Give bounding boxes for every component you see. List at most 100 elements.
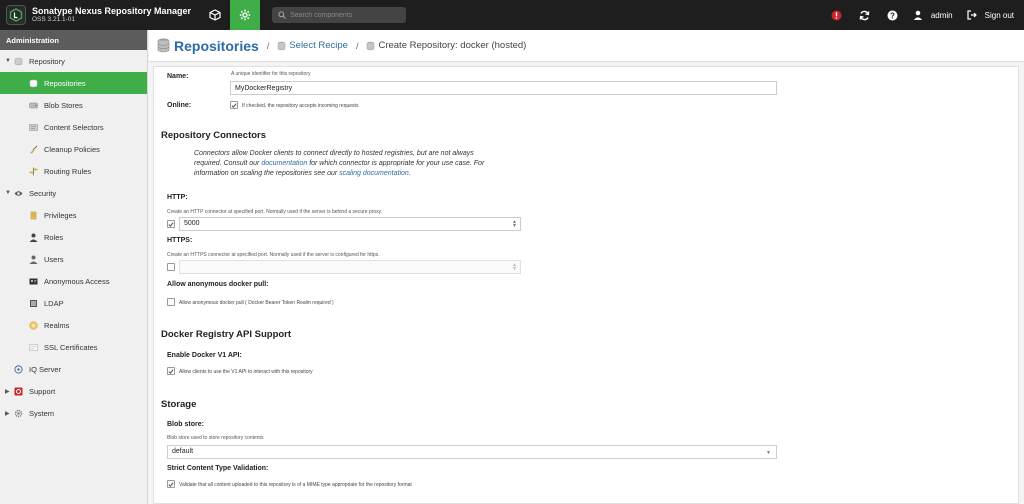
- database-icon: [277, 41, 286, 51]
- route-icon: [28, 166, 38, 176]
- blob-store-help: Blob store used to store repository cont…: [167, 435, 264, 441]
- blob-store-label: Blob store:: [167, 421, 204, 428]
- layers-icon: [28, 122, 38, 132]
- signout-button[interactable]: Sign out: [963, 10, 1024, 20]
- name-input[interactable]: [230, 81, 777, 95]
- breadcrumb: Repositories / Select Recipe / Create Re…: [149, 30, 1024, 62]
- refresh-icon[interactable]: [851, 0, 879, 30]
- chevron-down-icon: ▼: [766, 450, 771, 456]
- blob-store-select[interactable]: default ▼: [167, 445, 777, 459]
- database-icon: [157, 38, 170, 53]
- top-bar: Sonatype Nexus Repository Manager OSS 3.…: [0, 0, 1024, 30]
- sidebar-item-support[interactable]: ▶ Support: [0, 380, 147, 402]
- sidebar-item-blob-stores[interactable]: Blob Stores: [0, 94, 147, 116]
- strict-validation-help: Validate that all content uploaded to th…: [179, 482, 412, 488]
- user-menu[interactable]: admin: [907, 10, 963, 20]
- iq-icon: [13, 364, 23, 374]
- sidebar: Administration ▼ Repository Repositories…: [0, 30, 148, 504]
- signout-icon: [967, 10, 977, 20]
- sidebar-item-ssl-certificates[interactable]: SSL Certificates: [0, 336, 147, 358]
- users-icon: [28, 254, 38, 264]
- svg-text:?: ?: [890, 11, 895, 20]
- hdd-icon: [28, 100, 38, 110]
- help-icon[interactable]: ?: [879, 0, 907, 30]
- https-label: HTTPS:: [167, 237, 193, 244]
- sidebar-item-ldap[interactable]: LDAP: [0, 292, 147, 314]
- database-icon: [28, 78, 38, 88]
- checkmark-icon: [168, 368, 174, 374]
- main-content: Repositories / Select Recipe / Create Re…: [149, 30, 1024, 504]
- v1-api-checkbox[interactable]: [167, 367, 175, 375]
- section-storage: Storage: [161, 399, 197, 410]
- user-tie-icon: [28, 232, 38, 242]
- badge-icon: [28, 320, 38, 330]
- v1-api-help: Allow clients to use the V1 API to inter…: [179, 369, 313, 375]
- http-port-input[interactable]: 5000 ▲ ▼: [179, 217, 521, 231]
- sidebar-item-security[interactable]: ▼ Security: [0, 182, 147, 204]
- sidebar-item-content-selectors[interactable]: Content Selectors: [0, 116, 147, 138]
- caret-right-icon: ▶: [5, 388, 10, 395]
- section-docker-api-support: Docker Registry API Support: [161, 329, 292, 340]
- sidebar-item-routing-rules[interactable]: Routing Rules: [0, 160, 147, 182]
- sidebar-item-realms[interactable]: Realms: [0, 314, 147, 336]
- online-help: If checked, the repository accepts incom…: [242, 103, 359, 109]
- documentation-link[interactable]: documentation: [261, 160, 307, 167]
- medal-icon: [28, 210, 38, 220]
- sidebar-item-system[interactable]: ▶ System: [0, 402, 147, 424]
- sidebar-item-roles[interactable]: Roles: [0, 226, 147, 248]
- strict-validation-checkbox[interactable]: [167, 480, 175, 488]
- sidebar-item-repositories[interactable]: Repositories: [0, 72, 147, 94]
- breadcrumb-current: Create Repository: docker (hosted): [378, 40, 527, 51]
- online-checkbox[interactable]: [230, 101, 238, 109]
- breadcrumb-separator: /: [266, 40, 270, 51]
- page-title[interactable]: Repositories: [174, 38, 259, 54]
- database-icon: [366, 41, 375, 51]
- alert-icon[interactable]: [823, 0, 851, 30]
- v1-api-label: Enable Docker V1 API:: [167, 352, 242, 359]
- breadcrumb-separator: /: [355, 40, 359, 51]
- database-icon: [13, 56, 23, 66]
- sidebar-item-cleanup-policies[interactable]: Cleanup Policies: [0, 138, 147, 160]
- https-port-input[interactable]: ▲ ▼: [179, 260, 521, 274]
- checkmark-icon: [168, 481, 174, 487]
- search-icon: [278, 11, 286, 19]
- connectors-note: Connectors allow Docker clients to conne…: [194, 150, 485, 178]
- create-repository-form: Name: A unique identifier for this repos…: [153, 66, 1019, 504]
- breadcrumb-select-recipe[interactable]: Select Recipe: [289, 40, 348, 51]
- checkmark-icon: [168, 221, 174, 227]
- sidebar-item-repository[interactable]: ▼ Repository: [0, 50, 147, 72]
- gears-icon: [13, 408, 23, 418]
- sidebar-item-iq-server[interactable]: IQ Server: [0, 358, 147, 380]
- lifebuoy-icon: [13, 386, 23, 396]
- https-help: Create an HTTPS connector at specified p…: [167, 252, 380, 258]
- search-input[interactable]: [290, 11, 400, 19]
- search-box[interactable]: [272, 7, 406, 23]
- eye-icon: [13, 188, 23, 198]
- nexus-logo-icon: [6, 5, 26, 25]
- book-icon: [28, 298, 38, 308]
- brand[interactable]: Sonatype Nexus Repository Manager OSS 3.…: [0, 0, 200, 30]
- http-label: HTTP:: [167, 194, 188, 201]
- app-name: Sonatype Nexus Repository Manager: [32, 6, 192, 17]
- anonymous-pull-checkbox[interactable]: [167, 298, 175, 306]
- user-icon: [913, 10, 923, 20]
- strict-validation-label: Strict Content Type Validation:: [167, 465, 269, 472]
- https-checkbox[interactable]: [167, 263, 175, 271]
- caret-right-icon: ▶: [5, 410, 10, 417]
- spinner-icon[interactable]: ▲ ▼: [512, 220, 517, 229]
- caret-down-icon: ▼: [5, 58, 11, 64]
- online-label: Online:: [167, 102, 192, 109]
- browse-cube-icon[interactable]: [200, 0, 230, 30]
- anonymous-pull-help: Allow anonymous docker pull ( Docker Bea…: [179, 300, 334, 306]
- http-checkbox[interactable]: [167, 220, 175, 228]
- anonymous-pull-label: Allow anonymous docker pull:: [167, 281, 269, 288]
- sidebar-item-privileges[interactable]: Privileges: [0, 204, 147, 226]
- sidebar-item-anonymous-access[interactable]: Anonymous Access: [0, 270, 147, 292]
- spinner-icon[interactable]: ▲ ▼: [512, 263, 517, 272]
- admin-gear-icon[interactable]: [230, 0, 260, 30]
- certificate-icon: [28, 342, 38, 352]
- sidebar-header: Administration: [0, 30, 147, 50]
- sidebar-item-users[interactable]: Users: [0, 248, 147, 270]
- user-name: admin: [930, 10, 953, 20]
- scaling-documentation-link[interactable]: scaling documentation: [339, 170, 409, 177]
